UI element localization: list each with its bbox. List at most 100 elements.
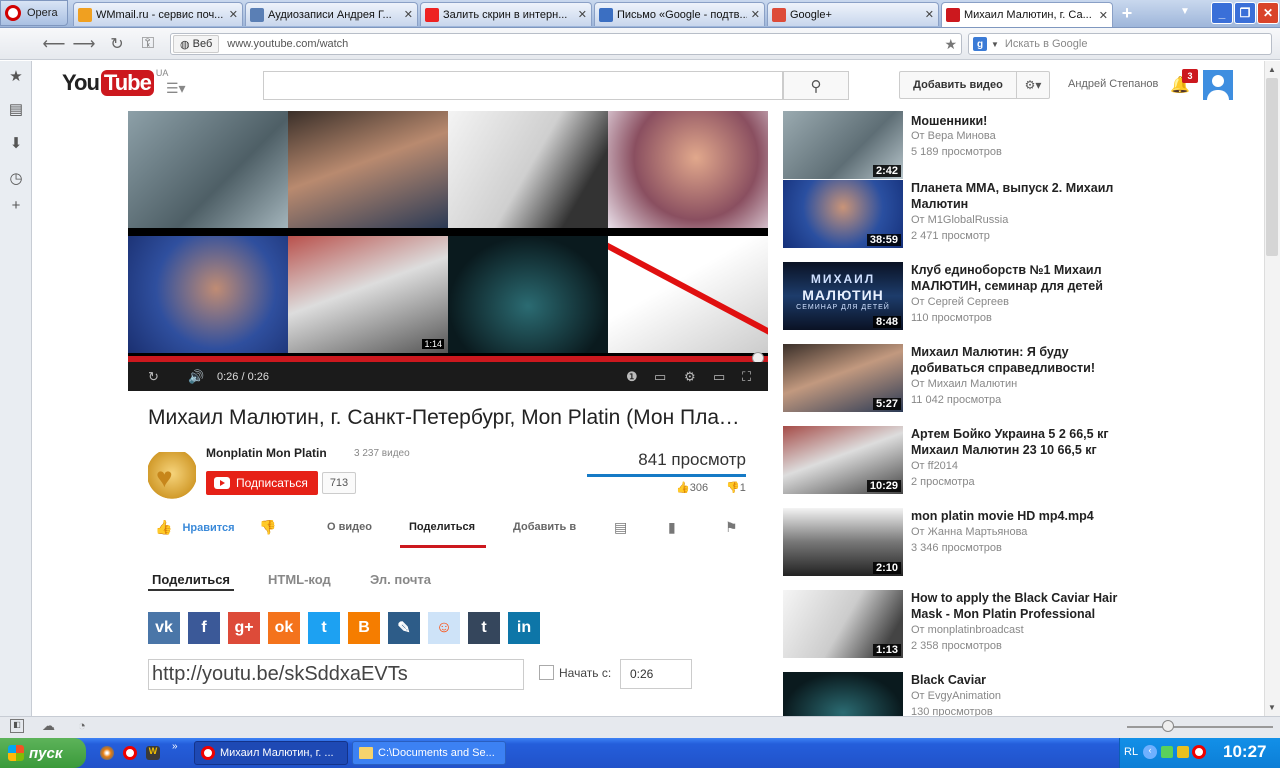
history-clock-icon[interactable]: ◷ xyxy=(7,169,25,187)
opera-tray-icon[interactable] xyxy=(1192,745,1206,759)
theater-mode-icon[interactable]: ▭ xyxy=(713,369,725,385)
browser-tab[interactable]: Письмо «Google - подтв... ✕ xyxy=(594,2,765,26)
zoom-slider-knob[interactable] xyxy=(1162,720,1174,732)
browser-tab[interactable]: Залить скрин в интерн... ✕ xyxy=(420,2,592,26)
scroll-up-icon[interactable]: ▲ xyxy=(1264,62,1280,76)
end-screen-thumb-1[interactable] xyxy=(128,111,288,228)
captions-icon[interactable]: ▭ xyxy=(654,369,666,385)
tumblr-icon[interactable]: t xyxy=(468,612,500,644)
facebook-icon[interactable]: f xyxy=(188,612,220,644)
maximize-button[interactable]: ❐ xyxy=(1234,2,1256,24)
linkedin-icon[interactable]: in xyxy=(508,612,540,644)
related-video-title[interactable]: Мошенники! xyxy=(911,113,1141,129)
related-video-channel[interactable]: От Жанна Мартьянова xyxy=(911,526,1027,538)
url-text[interactable]: www.youtube.com/watch xyxy=(227,38,348,50)
network-tray-icon[interactable] xyxy=(1161,746,1173,758)
related-video-thumbnail[interactable]: 2:42 xyxy=(783,111,903,179)
subscribe-button[interactable]: Подписаться xyxy=(206,471,318,495)
language-indicator[interactable]: RL xyxy=(1124,746,1138,758)
related-video-title[interactable]: Black Caviar xyxy=(911,672,1141,688)
close-tab-icon[interactable]: ✕ xyxy=(229,8,238,21)
settings-icon[interactable]: ⚙ xyxy=(684,369,696,385)
opera-menu-button[interactable]: Opera xyxy=(0,0,68,26)
close-window-button[interactable]: ✕ xyxy=(1257,2,1279,24)
share-subtab-email[interactable]: Эл. почта xyxy=(370,572,431,587)
close-tab-icon[interactable]: ✕ xyxy=(404,8,413,21)
info-icon[interactable]: ❶ xyxy=(626,369,638,385)
share-subtab-embed[interactable]: HTML-код xyxy=(268,572,331,587)
taskbar-item-opera[interactable]: Михаил Малютин, г. ... xyxy=(194,741,348,765)
webmoney-quicklaunch-icon[interactable]: W xyxy=(146,746,160,760)
close-tab-icon[interactable]: ✕ xyxy=(925,8,934,21)
related-video-thumbnail[interactable]: 10:29 xyxy=(783,426,903,494)
related-video-thumbnail[interactable]: МИХАИЛ МАЛЮТИН СЕМИНАР ДЛЯ ДЕТЕЙ 8:48 xyxy=(783,262,903,330)
username[interactable]: Андрей Степанов xyxy=(1068,78,1158,90)
blogger-icon[interactable]: B xyxy=(348,612,380,644)
end-screen-thumb-2[interactable] xyxy=(288,111,448,228)
related-video-item[interactable]: 1:13 How to apply the Black Caviar Hair M… xyxy=(783,590,1183,665)
avatar[interactable] xyxy=(1203,70,1233,100)
related-video-channel[interactable]: От Вера Минова xyxy=(911,130,996,142)
related-video-channel[interactable]: От EvgyAnimation xyxy=(911,690,1001,702)
bookmarks-star-icon[interactable]: ★ xyxy=(7,67,25,85)
related-video-thumbnail[interactable]: 5:27 xyxy=(783,344,903,412)
browser-search-input[interactable]: g ▼ Искать в Google xyxy=(968,33,1272,55)
twitter-icon[interactable]: t xyxy=(308,612,340,644)
share-link-field[interactable]: http://youtu.be/skSddxaEVTs xyxy=(148,659,524,690)
related-video-title[interactable]: How to apply the Black Caviar Hair Mask … xyxy=(911,590,1141,622)
channel-name[interactable]: Monplatin Mon Platin xyxy=(206,446,327,460)
related-video-item[interactable]: 10:29 Артем Бойко Украина 5 2 66,5 кг Мих… xyxy=(783,426,1183,501)
tab-menu-chevron-icon[interactable]: ▼ xyxy=(1180,6,1190,17)
notification-count-badge[interactable]: 3 xyxy=(1182,69,1198,83)
related-video-thumbnail[interactable]: 38:59 xyxy=(783,180,903,248)
related-video-title[interactable]: mon platin movie HD mp4.mp4 xyxy=(911,508,1141,524)
web-badge[interactable]: ◍ Веб xyxy=(173,35,220,53)
related-video-channel[interactable]: От ff2014 xyxy=(911,460,958,472)
opera-quicklaunch-icon[interactable] xyxy=(123,746,137,760)
address-bar[interactable]: ◍ Веб www.youtube.com/watch ★ xyxy=(170,33,962,55)
start-at-checkbox[interactable] xyxy=(539,665,554,680)
start-time-input[interactable]: 0:26 xyxy=(620,659,692,689)
video-player[interactable]: 1:14 xyxy=(128,111,768,391)
taskbar-clock[interactable]: 10:27 xyxy=(1223,742,1266,762)
related-video-thumbnail[interactable]: 1:13 xyxy=(783,590,903,658)
related-video-title[interactable]: Михаил Малютин: Я буду добиваться справе… xyxy=(911,344,1141,376)
tab-add-to[interactable]: Добавить в xyxy=(513,521,576,533)
related-video-item[interactable]: 2:10 mon platin movie HD mp4.mp4 От Жанна … xyxy=(783,508,1183,583)
minimize-button[interactable]: _ xyxy=(1211,2,1233,24)
end-screen-thumb-8[interactable] xyxy=(608,236,768,353)
related-video-item[interactable]: 38:59 Планета ММА, выпуск 2. Михаил Малют… xyxy=(783,180,1183,255)
quicklaunch-expand-icon[interactable]: » xyxy=(172,741,178,752)
notes-icon[interactable]: ▤ xyxy=(7,100,25,118)
end-screen-thumb-6[interactable]: 1:14 xyxy=(288,236,448,353)
vk-icon[interactable]: vk xyxy=(148,612,180,644)
related-video-title[interactable]: Клуб единоборств №1 Михаил МАЛЮТИН, семи… xyxy=(911,262,1141,294)
google-plus-icon[interactable]: g+ xyxy=(228,612,260,644)
statistics-icon[interactable]: ▮ xyxy=(668,519,676,536)
downloads-icon[interactable]: ⬇ xyxy=(7,134,25,152)
end-screen-thumb-4[interactable] xyxy=(608,111,768,228)
panel-toggle-icon[interactable]: ◧ xyxy=(10,719,24,733)
channel-avatar[interactable]: ♥ xyxy=(148,452,196,500)
dislike-button-icon[interactable]: 👎 xyxy=(259,519,276,536)
bookmark-star-icon[interactable]: ★ xyxy=(944,36,957,53)
end-screen-thumb-3[interactable] xyxy=(448,111,608,228)
share-subtab-share[interactable]: Поделиться xyxy=(152,572,230,587)
end-screen-thumb-5[interactable] xyxy=(128,236,288,353)
forward-arrow-icon[interactable]: ⟶ xyxy=(73,34,96,54)
youtube-search-input[interactable] xyxy=(263,71,783,100)
related-video-thumbnail[interactable]: 2:10 xyxy=(783,508,903,576)
firefox-quicklaunch-icon[interactable] xyxy=(100,746,114,760)
new-tab-button[interactable]: + xyxy=(1116,3,1138,25)
add-panel-icon[interactable]: + xyxy=(7,196,25,214)
close-tab-icon[interactable]: ✕ xyxy=(751,8,760,21)
browser-tab[interactable]: Михаил Малютин, г. Са... ✕ xyxy=(941,2,1113,27)
related-video-title[interactable]: Артем Бойко Украина 5 2 66,5 кг Михаил М… xyxy=(911,426,1141,458)
search-engine-chevron-icon[interactable]: ▼ xyxy=(991,40,999,49)
guide-menu-icon[interactable]: ☰▾ xyxy=(166,80,186,97)
tab-share[interactable]: Поделиться xyxy=(409,521,475,533)
reload-icon[interactable]: ↻ xyxy=(107,34,127,54)
opera-unite-cloud-icon[interactable]: ☁ xyxy=(42,718,55,734)
upload-button[interactable]: Добавить видео xyxy=(899,71,1017,99)
scroll-down-icon[interactable]: ▼ xyxy=(1264,700,1280,714)
